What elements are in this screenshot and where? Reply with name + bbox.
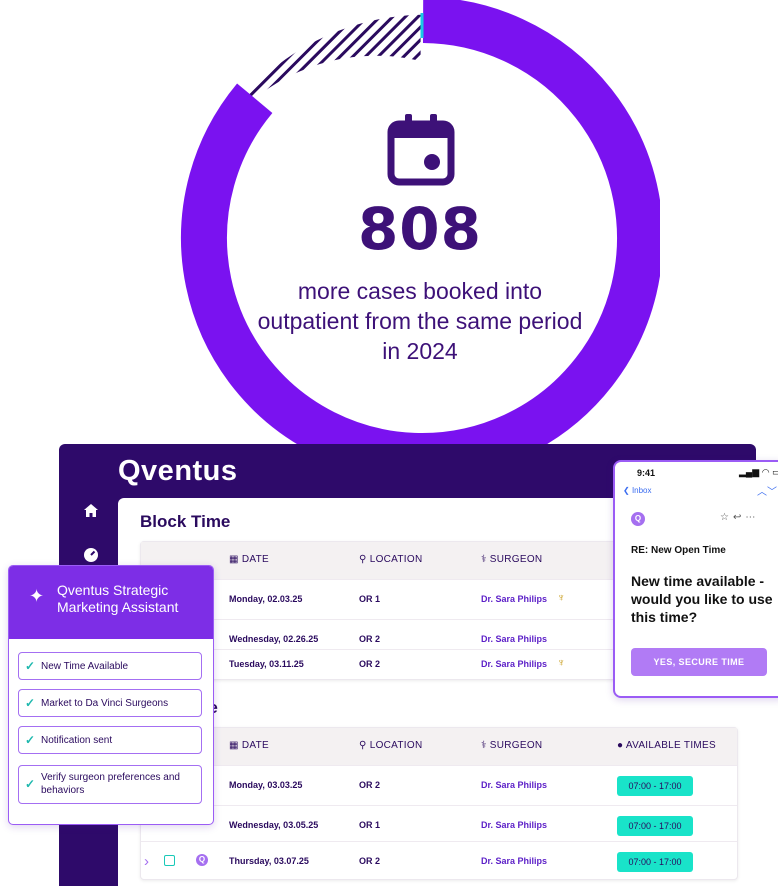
- phone-clock: 9:41: [637, 468, 656, 478]
- task-label: Notification sent: [41, 735, 113, 746]
- table-row[interactable]: › Q Thursday, 03.07.25 OR 2 Dr. Sara Phi…: [141, 841, 737, 882]
- marketing-assistant-card: ✦ Qventus Strategic Marketing Assistant …: [8, 565, 214, 825]
- cell-location: OR 1: [359, 594, 381, 604]
- email-subject: RE: New Open Time: [631, 545, 726, 556]
- task-item[interactable]: ✓ New Time Available: [18, 652, 202, 680]
- cell-date: Wednesday, 03.05.25: [229, 820, 319, 830]
- sparkle-icon: ✦: [29, 586, 45, 606]
- task-label: Verify surgeon preferences and behaviors: [41, 772, 180, 796]
- header-location: ⚲ LOCATION: [359, 740, 423, 751]
- dashboard-gauge-icon[interactable]: [82, 546, 100, 564]
- stat-number: 808: [357, 195, 483, 263]
- app-logo: Qventus: [118, 455, 238, 487]
- cell-surgeon[interactable]: Dr. Sara Philips: [481, 659, 547, 669]
- cell-surgeon[interactable]: Dr. Sara Philips: [481, 820, 547, 830]
- available-time-pill[interactable]: 07:00 - 17:00: [617, 816, 693, 836]
- check-icon: ✓: [25, 733, 36, 747]
- cell-location: OR 2: [359, 659, 381, 669]
- cell-location: OR 1: [359, 820, 381, 830]
- calendar-icon: [387, 114, 455, 186]
- task-item[interactable]: ✓ Verify surgeon preferences and behavio…: [18, 765, 202, 804]
- table-row[interactable]: Wednesday, 03.05.25 OR 1 Dr. Sara Philip…: [141, 805, 737, 846]
- cell-date: Monday, 02.03.25: [229, 594, 303, 604]
- cell-date: Thursday, 03.07.25: [229, 856, 309, 866]
- check-icon: ✓: [25, 659, 36, 673]
- task-item[interactable]: ✓ Market to Da Vinci Surgeons: [18, 689, 202, 717]
- secure-time-button[interactable]: YES, SECURE TIME: [631, 648, 767, 676]
- message-nav-arrows-icon[interactable]: ︿﹀: [757, 483, 777, 498]
- cell-surgeon[interactable]: Dr. Sara Philips: [481, 780, 547, 790]
- cell-date: Tuesday, 03.11.25: [229, 659, 304, 669]
- cell-date: Monday, 03.03.25: [229, 780, 303, 790]
- task-item[interactable]: ✓ Notification sent: [18, 726, 202, 754]
- assistant-header: ✦ Qventus Strategic Marketing Assistant: [9, 566, 213, 639]
- assistant-title: Qventus Strategic Marketing Assistant: [57, 582, 179, 615]
- header-date: ▦ DATE: [229, 740, 269, 751]
- inbox-back-link[interactable]: ❮ Inbox: [623, 486, 652, 495]
- open-time-table: ▦ DATE ⚲ LOCATION ⚕ SURGEON ● AVAILABLE …: [140, 727, 738, 880]
- table-header: ▦ DATE ⚲ LOCATION ⚕ SURGEON ● AVAILABLE …: [141, 728, 737, 765]
- robot-icon: ♆: [557, 657, 566, 669]
- stat-caption: more cases booked into outpatient from t…: [257, 278, 583, 364]
- table-row[interactable]: Monday, 03.03.25 OR 2 Dr. Sara Philips 0…: [141, 765, 737, 806]
- task-label: New Time Available: [41, 661, 129, 672]
- robot-icon: ♆: [557, 592, 566, 604]
- check-icon: ✓: [25, 777, 36, 791]
- cell-surgeon[interactable]: Dr. Sara Philips: [481, 856, 547, 866]
- cell-surgeon[interactable]: Dr. Sara Philips: [481, 634, 547, 644]
- cell-location: OR 2: [359, 856, 381, 866]
- qventus-badge-icon: Q: [196, 854, 208, 866]
- cell-surgeon[interactable]: Dr. Sara Philips: [481, 594, 547, 604]
- phone-email-preview: 9:41 ▂▄▆ ◠ ▭ ❮ Inbox ︿﹀ Q ☆↩⋯ RE: New Op…: [613, 460, 778, 698]
- phone-status-icons: ▂▄▆ ◠ ▭: [739, 467, 778, 477]
- available-time-pill[interactable]: 07:00 - 17:00: [617, 852, 693, 872]
- home-icon[interactable]: [82, 502, 100, 520]
- block-time-title: Block Time: [140, 512, 231, 531]
- header-available-times: ● AVAILABLE TIMES: [617, 740, 716, 751]
- available-time-pill[interactable]: 07:00 - 17:00: [617, 776, 693, 796]
- header-surgeon: ⚕ SURGEON: [481, 740, 543, 751]
- expand-chevron-icon[interactable]: ›: [144, 853, 149, 870]
- header-location: ⚲ LOCATION: [359, 554, 423, 565]
- header-date: ▦ DATE: [229, 554, 269, 565]
- row-checkbox[interactable]: [164, 855, 175, 866]
- check-icon: ✓: [25, 696, 36, 710]
- task-label: Market to Da Vinci Surgeons: [41, 698, 169, 709]
- message-actions-icons[interactable]: ☆↩⋯: [720, 512, 759, 523]
- cell-location: OR 2: [359, 634, 381, 644]
- sender-avatar: Q: [631, 512, 645, 526]
- cell-location: OR 2: [359, 780, 381, 790]
- header-surgeon: ⚕ SURGEON: [481, 554, 543, 565]
- cell-date: Wednesday, 02.26.25: [229, 634, 319, 644]
- email-body: New time available - would you like to u…: [631, 573, 773, 625]
